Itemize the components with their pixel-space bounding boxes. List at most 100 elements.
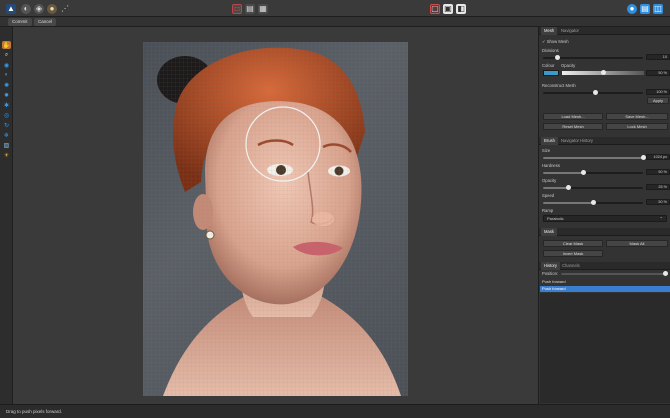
tab-history-2[interactable]: History [577, 137, 596, 145]
opacity-slider-knob[interactable] [600, 70, 606, 75]
mask-all-button[interactable]: Mask All [606, 240, 668, 247]
mesh-panel-tabs: Mesh Navigator [539, 27, 670, 35]
freeze-tool-icon[interactable]: ❄ [2, 131, 11, 139]
reconstruct-field[interactable]: 100 % [646, 89, 670, 95]
turbulence-tool-icon[interactable]: ✱ [2, 101, 11, 109]
mirror-icon[interactable]: ◧ [456, 3, 466, 14]
size-slider[interactable] [543, 155, 646, 160]
assistant-icon[interactable]: ● [627, 3, 637, 14]
divisions-slider-knob[interactable] [554, 55, 560, 60]
push-forward-tool-icon[interactable]: ✋ [2, 41, 11, 49]
invert-mask-button[interactable]: Invert Mask [543, 250, 603, 257]
history-position-fill [561, 273, 665, 275]
liquify-persona-window: ▲ ◐ ◈ ● ⋰ ▭ ▤ ▦ ▢ ▣ ◧ ● ▤ ◫ Commit Cance… [0, 0, 670, 418]
thaw-tool-icon[interactable]: ▨ [2, 141, 11, 149]
tone-mapping-persona-icon[interactable]: ● [47, 3, 57, 14]
hardness-slider-knob[interactable] [580, 170, 586, 175]
commit-button[interactable]: Commit [8, 18, 32, 26]
mesh-overlay [143, 42, 408, 396]
divisions-field[interactable]: 10 [646, 54, 670, 60]
ramp-label: Ramp [542, 208, 554, 213]
opacity-slider[interactable] [562, 70, 644, 75]
twirl-tool-icon[interactable]: ◐ [2, 71, 11, 79]
hardness-field[interactable]: 50 % [646, 169, 670, 175]
tab-navigator[interactable]: Navigator [558, 27, 582, 35]
zoom-tool-icon[interactable]: ⌕ [2, 51, 11, 59]
show-mesh-checkbox[interactable]: ✓ Show Mesh [542, 39, 569, 44]
reconstruct-slider-knob[interactable] [592, 90, 598, 95]
colour-label: Colour [542, 63, 555, 68]
hardness-slider-fill [543, 172, 583, 174]
view-mode-3-icon[interactable]: ▦ [258, 3, 268, 14]
affinity-logo-icon[interactable]: ▲ [6, 3, 16, 14]
view-mode-1-icon[interactable]: ▭ [232, 3, 242, 14]
brush-opacity-slider-fill [543, 187, 568, 189]
opacity-field[interactable]: 50 % [646, 70, 670, 76]
cancel-button[interactable]: Cancel [34, 18, 57, 26]
reconstruct-tool-icon[interactable]: ↻ [2, 121, 11, 129]
ramp-dropdown[interactable]: Parabolic ⌃ [543, 215, 667, 222]
hardness-slider[interactable] [543, 170, 643, 175]
size-slider-fill [543, 157, 643, 159]
mask-view-icon[interactable]: ▢ [430, 3, 440, 14]
portrait-image [143, 42, 408, 396]
status-bar: Drag to push pixels forward. [0, 404, 670, 418]
history-position-knob[interactable] [662, 271, 668, 276]
tab-history[interactable]: History [541, 262, 561, 270]
studio-panel: Mesh Navigator ✓ Show Mesh Divisions 10 … [538, 27, 670, 404]
tab-brush[interactable]: Brush [541, 137, 558, 145]
opacity-label: Opacity [561, 63, 576, 68]
tab-mask[interactable]: Mask [541, 228, 558, 236]
push-left-tool-icon[interactable]: ◉ [2, 61, 11, 69]
history-item-selected[interactable]: Push forward [540, 286, 670, 292]
apply-button[interactable]: Apply [647, 97, 669, 104]
portrait-photo[interactable] [143, 42, 408, 396]
liquify-persona-icon[interactable]: ◐ [21, 3, 31, 14]
tools-panel: ✋ ⌕ ◉ ◐ ✺ ✹ ✱ ◎ ↻ ❄ ▨ ☀ [0, 27, 13, 404]
history-list-empty-area [540, 293, 670, 403]
brush-opacity-slider[interactable] [543, 185, 643, 190]
studio-icon[interactable]: ◫ [653, 3, 663, 14]
export-persona-icon[interactable]: ⋰ [60, 3, 70, 14]
reconstruct-slider[interactable] [543, 90, 643, 95]
tab-channels[interactable]: Channels [559, 262, 583, 270]
reset-mesh-button[interactable]: Reset Mesh [543, 123, 603, 130]
size-label: Size [542, 148, 551, 153]
load-mesh-button[interactable]: Load Mesh... [543, 113, 603, 120]
develop-persona-icon[interactable]: ◈ [34, 3, 44, 14]
quickmask-icon[interactable]: ▣ [443, 3, 453, 14]
pinch-tool-icon[interactable]: ✺ [2, 81, 11, 89]
ramp-value: Parabolic [547, 216, 564, 221]
brush-opacity-label: Opacity [542, 178, 557, 183]
brush-panel-tabs: Brush Navigator History [539, 137, 670, 145]
speed-slider[interactable] [543, 200, 643, 205]
brush-opacity-field[interactable]: 25 % [646, 184, 670, 190]
speed-field[interactable]: 50 % [646, 199, 670, 205]
divisions-slider[interactable] [543, 55, 643, 60]
speed-slider-knob[interactable] [590, 200, 596, 205]
reconstruct-mesh-label: Reconstruct Mesh [542, 83, 576, 88]
size-slider-knob[interactable] [640, 155, 646, 160]
position-label: Position: [542, 271, 559, 276]
history-item[interactable]: Push forward [540, 279, 670, 285]
history-panel-tabs: History Channels [539, 262, 670, 270]
mask-panel-header: Mask [539, 228, 670, 236]
tab-mesh[interactable]: Mesh [541, 27, 558, 35]
history-position-slider[interactable] [561, 271, 668, 276]
status-text: Drag to push pixels forward. [6, 409, 63, 414]
view-mode-2-icon[interactable]: ▤ [245, 3, 255, 14]
lock-mesh-button[interactable]: Lock Mesh [606, 123, 668, 130]
brush-opacity-slider-knob[interactable] [565, 185, 571, 190]
size-field[interactable]: 1024 px [646, 154, 670, 160]
mesh-colour-swatch[interactable] [543, 70, 559, 76]
hand-tool-icon[interactable]: ☀ [2, 151, 11, 159]
save-mesh-button[interactable]: Save Mesh... [606, 113, 668, 120]
clone-tool-icon[interactable]: ◎ [2, 111, 11, 119]
context-toolbar: Commit Cancel [0, 17, 670, 27]
punch-tool-icon[interactable]: ✹ [2, 91, 11, 99]
document-canvas[interactable] [13, 27, 538, 404]
arrange-icon[interactable]: ▤ [640, 3, 650, 14]
speed-label: Speed [542, 193, 555, 198]
clear-mask-button[interactable]: Clear Mask [543, 240, 603, 247]
main-toolbar: ▲ ◐ ◈ ● ⋰ ▭ ▤ ▦ ▢ ▣ ◧ ● ▤ ◫ [0, 0, 670, 17]
